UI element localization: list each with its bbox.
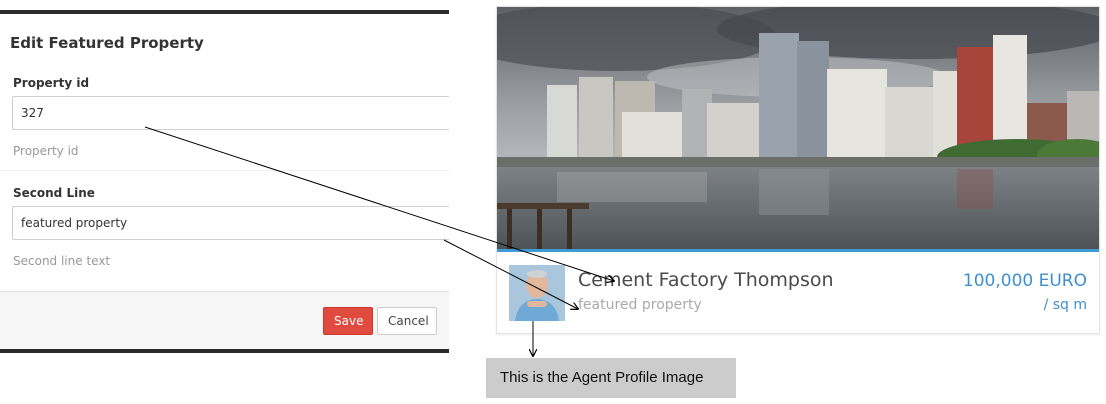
agent-image-annotation: This is the Agent Profile Image <box>486 358 736 398</box>
property-id-label: Property id <box>13 76 90 90</box>
second-line-label: Second Line <box>13 186 95 200</box>
property-subtitle: featured property <box>578 297 702 313</box>
price-unit: / sq m <box>1043 297 1087 313</box>
property-id-input[interactable] <box>12 96 449 130</box>
property-title[interactable]: Cement Factory Thompson <box>578 269 834 291</box>
second-line-input[interactable] <box>12 206 449 240</box>
property-photo <box>497 7 1099 252</box>
cancel-button[interactable]: Cancel <box>377 307 437 335</box>
agent-profile-image[interactable] <box>509 265 565 321</box>
screenshot-canvas: Edit Featured Property Property id Prope… <box>0 0 1106 404</box>
featured-property-card[interactable]: Cement Factory Thompson featured propert… <box>496 6 1100 334</box>
edit-featured-property-panel: Edit Featured Property Property id Prope… <box>0 10 449 353</box>
property-id-help: Property id <box>13 144 79 158</box>
property-price: 100,000 EURO <box>962 271 1087 291</box>
panel-title: Edit Featured Property <box>10 34 204 52</box>
second-line-help: Second line text <box>13 254 111 268</box>
field-divider <box>0 170 449 171</box>
panel-footer: Save Cancel <box>0 291 449 349</box>
save-button[interactable]: Save <box>323 307 373 335</box>
